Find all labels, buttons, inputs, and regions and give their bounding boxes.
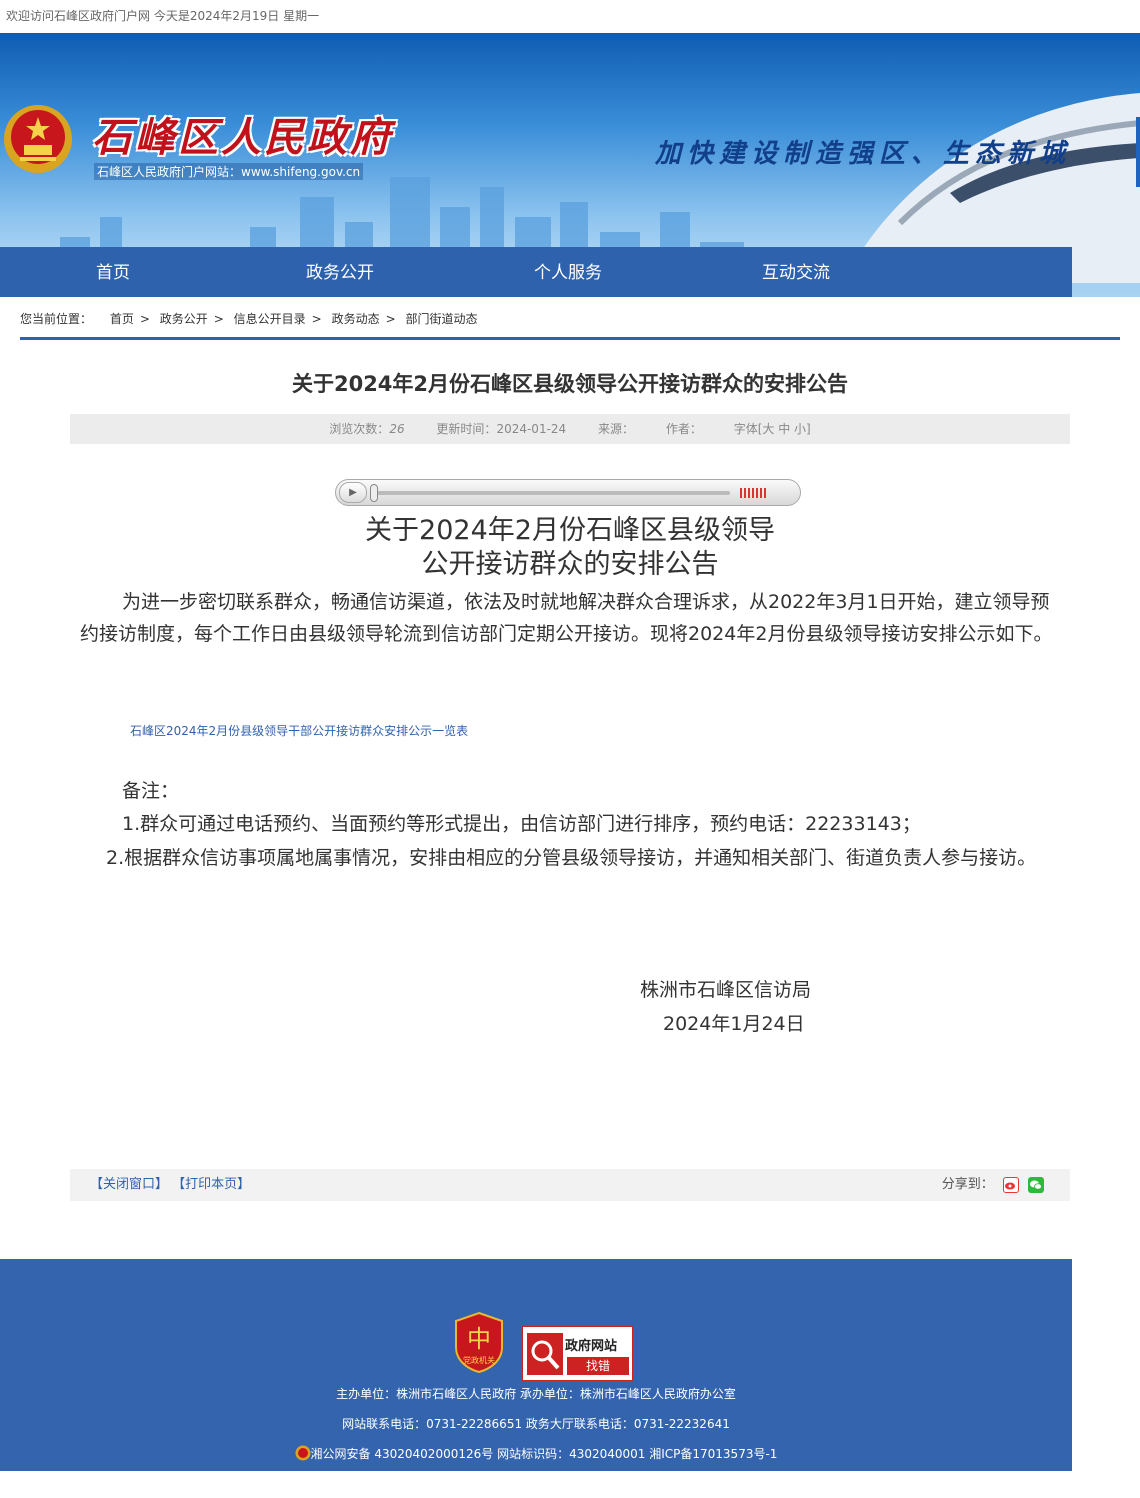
welcome-bar: 欢迎访问石峰区政府门户网 今天是2024年2月19日 星期一 — [0, 0, 1140, 33]
signature-date: 2024年1月24日 — [663, 1013, 805, 1035]
footer-contact: 网站联系电话：0731-22286651 政务大厅联系电话：0731-22232… — [342, 1417, 730, 1431]
slogan: 加快建设制造强区、生态新城 — [655, 139, 1072, 169]
party-government-badge-icon[interactable]: 中 党政机关 — [454, 1311, 504, 1373]
article-title: 关于2024年2月份石峰区县级领导公开接访群众的安排公告 — [291, 372, 849, 396]
author-meta: 作者： — [665, 422, 702, 436]
footer-icp: 湘公网安备 43020402000126号 网站标识码：4302040001 湘… — [0, 1445, 1072, 1462]
progress-handle[interactable] — [370, 484, 378, 502]
breadcrumb-item-government-affairs[interactable]: 政务公开 — [160, 312, 208, 326]
breadcrumb-item-home[interactable]: 首页 — [110, 312, 134, 326]
gov-site-error-report[interactable]: 政府网站 找错 — [522, 1326, 633, 1381]
note-item-2: 2.根据群众信访事项属地属事情况，安排由相应的分管县级领导接访，并通知相关部门、… — [106, 847, 1037, 869]
site-footer: 中 党政机关 政府网站 找错 主办单位：株洲市石峰区人民政府 承办单位：株洲市石… — [0, 1259, 1072, 1471]
volume-icon[interactable] — [740, 488, 766, 498]
progress-track[interactable] — [374, 491, 730, 495]
note-label: 备注： — [122, 780, 180, 802]
wechat-icon[interactable] — [1028, 1176, 1044, 1193]
audio-player: ▶ — [335, 479, 801, 506]
breadcrumb-item-news[interactable]: 政务动态 — [332, 312, 380, 326]
document-heading: 关于2024年2月份石峰区县级领导 公开接访群众的安排公告 — [0, 514, 1140, 582]
play-icon[interactable]: ▶ — [339, 482, 367, 503]
breadcrumb: 您当前位置： 首页 > 政务公开 > 信息公开目录 > 政务动态 > 部门街道动态 — [20, 312, 478, 326]
document-heading-line1: 关于2024年2月份石峰区县级领导 — [365, 515, 775, 546]
banner-edge — [1136, 117, 1140, 187]
error-report-title: 政府网站 — [565, 1339, 618, 1354]
magnifier-icon — [527, 1333, 563, 1375]
national-emblem-icon — [4, 105, 72, 173]
document-heading-line2: 公开接访群众的安排公告 — [421, 549, 719, 580]
views-meta: 浏览次数：26 — [329, 422, 405, 436]
nav-government-affairs[interactable]: 政务公开 — [306, 247, 374, 297]
breadcrumb-item-catalog[interactable]: 信息公开目录 — [234, 312, 306, 326]
share-bar: 分享到： — [942, 1169, 1044, 1201]
note-item-1: 1.群众可通过电话预约、当面预约等形式提出，由信访部门进行排序，预约电话：222… — [122, 813, 921, 835]
share-label: 分享到： — [941, 1177, 994, 1192]
attachment-link[interactable]: 石峰区2024年2月份县级领导干部公开接访群众安排公示一览表 — [130, 722, 468, 739]
article-tools: 【关闭窗口】 【打印本页】 分享到： — [70, 1169, 1070, 1201]
weibo-icon[interactable] — [1002, 1176, 1019, 1193]
nav-personal-services[interactable]: 个人服务 — [534, 247, 602, 297]
font-size-switch[interactable]: 字体[大 中 小] — [734, 422, 811, 436]
main-nav: 首页 政务公开 个人服务 互动交流 — [0, 247, 1072, 297]
error-report-button: 找错 — [567, 1357, 629, 1375]
breadcrumb-item-department[interactable]: 部门街道动态 — [405, 312, 477, 326]
breadcrumb-prefix: 您当前位置： — [20, 312, 93, 326]
print-page-link[interactable]: 【打印本页】 — [172, 1177, 250, 1192]
close-window-link[interactable]: 【关闭窗口】 — [90, 1177, 168, 1192]
site-url: 石峰区人民政府门户网站：www.shifeng.gov.cn — [94, 163, 364, 180]
updated-meta: 更新时间：2024-01-24 — [436, 422, 567, 436]
article-meta: 浏览次数：26 更新时间：2024-01-24 来源： 作者： 字体[大 中 小… — [70, 414, 1070, 444]
updated-date: 2024-01-24 — [496, 422, 567, 436]
svg-text:中: 中 — [467, 1325, 491, 1353]
welcome-text: 欢迎访问石峰区政府门户网 今天是2024年2月19日 星期一 — [6, 9, 320, 23]
footer-sponsor: 主办单位：株洲市石峰区人民政府 承办单位：株洲市石峰区人民政府办公室 — [336, 1387, 736, 1401]
site-name: 石峰区人民政府 — [92, 114, 393, 161]
signature-org: 株洲市石峰区信访局 — [640, 979, 812, 1001]
nav-home[interactable]: 首页 — [96, 247, 130, 297]
police-badge-icon — [295, 1445, 311, 1461]
nav-interaction[interactable]: 互动交流 — [762, 247, 830, 297]
source-meta: 来源： — [598, 422, 635, 436]
intro-paragraph: 为进一步密切联系群众，畅通信访渠道，依法及时就地解决群众合理诉求，从2022年3… — [80, 591, 1053, 645]
view-count: 26 — [389, 422, 405, 436]
svg-text:党政机关: 党政机关 — [463, 1355, 495, 1365]
breadcrumb-divider — [20, 337, 1120, 340]
